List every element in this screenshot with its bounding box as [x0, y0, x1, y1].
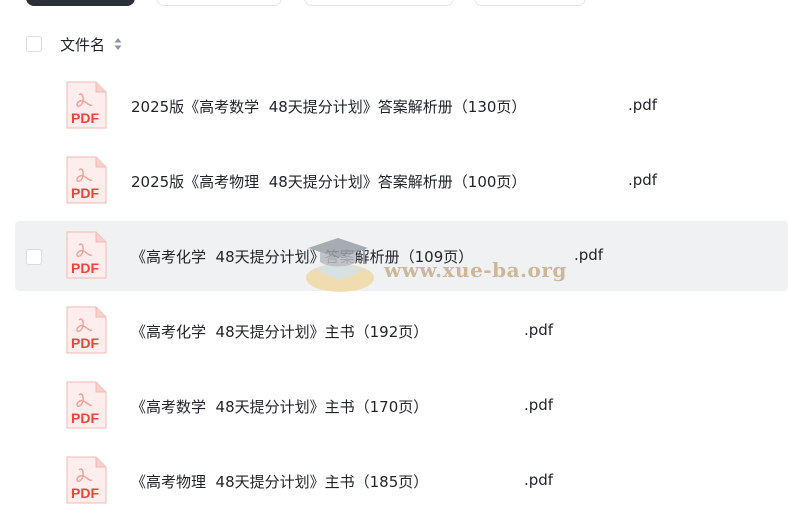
pdf-icon-label: PDF — [71, 110, 99, 126]
file-name[interactable]: 《高考化学 48天提分计划》主书（192页） — [131, 321, 428, 342]
file-extension: .pdf — [524, 396, 554, 414]
pdf-icon-label: PDF — [71, 410, 99, 426]
toolbar-button-3[interactable] — [304, 0, 454, 6]
column-title-filename[interactable]: 文件名 — [60, 34, 105, 55]
file-name[interactable]: 《高考化学 48天提分计划》答案解析册（109页） — [131, 246, 473, 267]
file-row[interactable]: PDF 《高考数学 48天提分计划》主书（170页） .pdf — [15, 371, 788, 441]
file-name[interactable]: 2025版《高考数学 48天提分计划》答案解析册（130页） — [131, 96, 526, 117]
select-all-checkbox[interactable] — [26, 36, 42, 52]
file-extension: .pdf — [574, 246, 604, 264]
file-extension: .pdf — [524, 321, 554, 339]
toolbar-button-2[interactable] — [156, 0, 282, 6]
file-extension: .pdf — [524, 471, 554, 489]
file-row-hovered[interactable]: PDF 《高考化学 48天提分计划》答案解析册（109页） .pdf — [15, 221, 788, 291]
pdf-icon-label: PDF — [71, 185, 99, 201]
pdf-icon-label: PDF — [71, 485, 99, 501]
toolbar-button-4[interactable] — [474, 0, 586, 6]
file-name[interactable]: 《高考物理 48天提分计划》主书（185页） — [131, 471, 428, 492]
sort-icon[interactable] — [114, 37, 122, 51]
file-extension: .pdf — [628, 96, 658, 114]
file-list-header: 文件名 — [0, 26, 788, 62]
pdf-icon-label: PDF — [71, 335, 99, 351]
pdf-icon: PDF — [66, 156, 107, 204]
pdf-icon: PDF — [66, 456, 107, 504]
pdf-icon: PDF — [66, 381, 107, 429]
toolbar-primary-button[interactable] — [26, 0, 135, 6]
file-row[interactable]: PDF 《高考物理 48天提分计划》主书（185页） .pdf — [15, 446, 788, 516]
file-extension: .pdf — [628, 171, 658, 189]
pdf-icon: PDF — [66, 81, 107, 129]
row-checkbox[interactable] — [26, 249, 42, 265]
file-row[interactable]: PDF 2025版《高考数学 48天提分计划》答案解析册（130页） .pdf — [15, 71, 788, 141]
file-name[interactable]: 《高考数学 48天提分计划》主书（170页） — [131, 396, 428, 417]
file-name[interactable]: 2025版《高考物理 48天提分计划》答案解析册（100页） — [131, 171, 526, 192]
pdf-icon: PDF — [66, 306, 107, 354]
pdf-icon-label: PDF — [71, 260, 99, 276]
toolbar — [0, 0, 788, 6]
file-row[interactable]: PDF 《高考化学 48天提分计划》主书（192页） .pdf — [15, 296, 788, 366]
pdf-icon: PDF — [66, 231, 107, 279]
file-row[interactable]: PDF 2025版《高考物理 48天提分计划》答案解析册（100页） .pdf — [15, 146, 788, 216]
